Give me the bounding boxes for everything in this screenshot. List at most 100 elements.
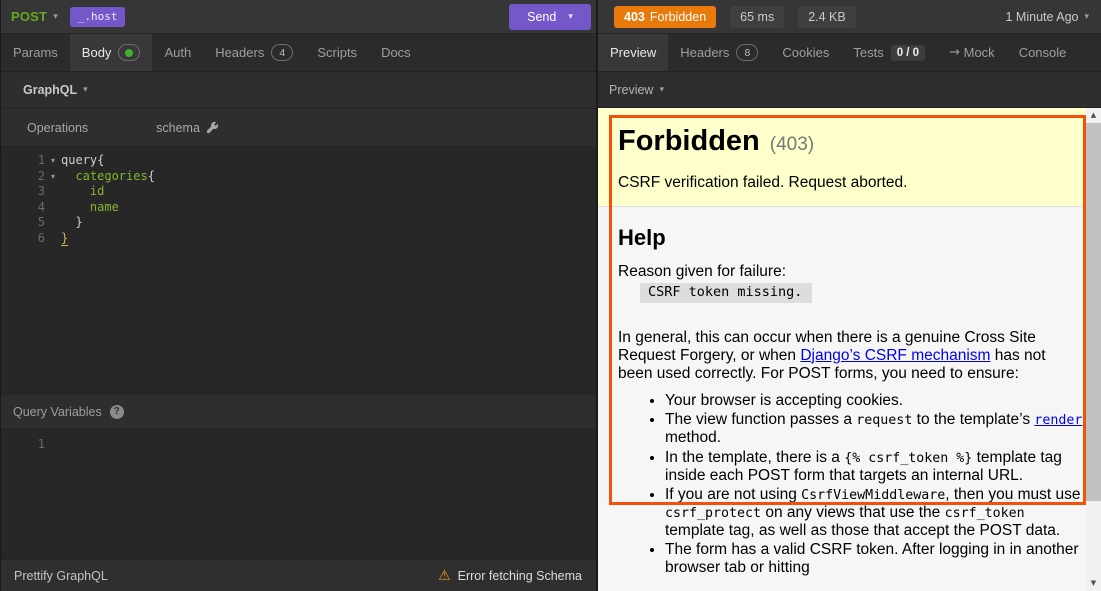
tab-params[interactable]: Params: [1, 34, 70, 71]
line-number: 2: [1, 169, 45, 185]
help-question-icon[interactable]: ?: [110, 405, 124, 419]
tab-operations[interactable]: Operations: [1, 121, 102, 135]
body-type-dropdown[interactable]: GraphQL ▾: [1, 72, 596, 109]
body-type-caret-icon: ▾: [83, 85, 88, 95]
fold-caret-icon[interactable]: ▾: [45, 169, 61, 185]
line-number: 4: [1, 200, 45, 216]
query-variables-editor[interactable]: 1: [1, 429, 596, 559]
method-caret-icon: ▾: [53, 12, 58, 22]
status-code: 403: [624, 10, 645, 24]
tab-mock-label: Mock: [964, 45, 995, 60]
scroll-down-icon[interactable]: ▼: [1086, 576, 1101, 591]
response-size-badge: 2.4 KB: [798, 6, 856, 28]
wrench-icon: [206, 121, 219, 134]
code-line[interactable]: 4 name: [1, 200, 596, 216]
tab-response-headers-label: Headers: [680, 45, 729, 60]
graphql-subtabs: Operations schema: [1, 109, 596, 147]
inline-code: CsrfViewMiddleware: [801, 488, 945, 503]
inline-code: request: [856, 413, 912, 428]
preview-mode-dropdown[interactable]: Preview ▾: [598, 72, 1101, 108]
help-link[interactable]: render: [1034, 411, 1082, 428]
schema-error-label: Error fetching Schema: [458, 569, 582, 583]
code-line[interactable]: 3 id: [1, 184, 596, 200]
response-status-bar: 403 Forbidden 65 ms 2.4 KB 1 Minute Ago …: [598, 0, 1101, 34]
failure-reason-value: CSRF token missing.: [640, 283, 812, 303]
help-link[interactable]: Django’s CSRF mechanism: [800, 347, 990, 364]
graphql-query-editor[interactable]: 1▾query{2▾ categories{3 id4 name5 }6}: [1, 147, 596, 395]
tab-cookies-label: Cookies: [782, 45, 829, 60]
preview-mode-caret-icon: ▾: [659, 85, 664, 95]
method-dropdown[interactable]: POST: [11, 9, 47, 24]
headers-count-pill: 4: [271, 44, 293, 61]
line-content: }: [61, 215, 83, 231]
request-tab-strip: Params Body Auth Headers 4 Scripts Docs: [1, 34, 596, 72]
code-line[interactable]: 5 }: [1, 215, 596, 231]
inline-code: {% csrf_token %}: [844, 451, 972, 466]
line-number: 1: [1, 437, 45, 453]
send-button[interactable]: Send ▾: [509, 4, 591, 30]
body-status-pill: [118, 44, 140, 61]
tab-response-headers[interactable]: Headers 8: [668, 34, 770, 71]
help-list-item: Your browser is accepting cookies.: [665, 392, 1083, 410]
error-page-help: Help Reason given for failure: CSRF toke…: [598, 206, 1101, 591]
tab-console[interactable]: Console: [1007, 34, 1079, 71]
scroll-up-icon[interactable]: ▲: [1086, 108, 1101, 123]
code-line[interactable]: 1▾query{: [1, 153, 596, 169]
tab-scripts[interactable]: Scripts: [305, 34, 369, 71]
tab-docs[interactable]: Docs: [369, 34, 423, 71]
status-reason: Forbidden: [650, 10, 706, 24]
request-url-chip[interactable]: _.host: [70, 7, 126, 27]
preview-mode-label: Preview: [609, 83, 653, 97]
request-url-bar: POST ▾ _.host Send ▾: [1, 0, 596, 34]
api-client-window: POST ▾ _.host Send ▾ Params Body Auth He…: [0, 0, 1101, 591]
fold-gutter: [45, 200, 61, 216]
history-caret-icon: ▾: [1084, 12, 1089, 22]
status-badge: 403 Forbidden: [614, 6, 716, 28]
help-list: Your browser is accepting cookies.The vi…: [665, 392, 1083, 577]
schema-menu[interactable]: schema: [146, 121, 229, 135]
failure-reason-label: Reason given for failure:: [618, 263, 1083, 281]
fold-gutter: [45, 184, 61, 200]
line-content: categories{: [61, 169, 155, 185]
fold-gutter: [45, 215, 61, 231]
tab-mock[interactable]: → Mock: [937, 34, 1007, 71]
response-history-dropdown[interactable]: 1 Minute Ago ▾: [1006, 10, 1090, 24]
send-label: Send: [527, 10, 556, 24]
tests-count-badge: 0 / 0: [891, 45, 925, 61]
response-preview: Forbidden (403) CSRF verification failed.…: [598, 108, 1101, 591]
graphql-editor-lines: 1▾query{2▾ categories{3 id4 name5 }6}: [1, 153, 596, 246]
line-number: 5: [1, 215, 45, 231]
help-list-item: The view function passes a request to th…: [665, 411, 1083, 447]
prettify-button[interactable]: Prettify GraphQL: [1, 569, 121, 583]
scrollbar-thumb[interactable]: [1086, 123, 1101, 501]
inline-code: csrf_protect: [665, 506, 761, 521]
help-list-item: If you are not using CsrfViewMiddleware,…: [665, 486, 1083, 540]
schema-error-notice[interactable]: ⚠ Error fetching Schema: [438, 568, 596, 584]
tab-preview[interactable]: Preview: [598, 34, 668, 71]
code-line[interactable]: 1: [1, 437, 596, 453]
request-pane: POST ▾ _.host Send ▾ Params Body Auth He…: [0, 0, 596, 591]
code-line[interactable]: 6}: [1, 231, 596, 247]
tab-tests[interactable]: Tests 0 / 0: [841, 34, 937, 71]
tab-body[interactable]: Body: [70, 34, 153, 71]
help-intro: In general, this can occur when there is…: [618, 329, 1083, 383]
line-content: name: [61, 200, 119, 216]
error-status-code: (403): [770, 134, 814, 155]
query-variables-header: Query Variables ?: [1, 395, 596, 429]
response-history-label: 1 Minute Ago: [1006, 10, 1079, 24]
variables-editor-lines: 1: [1, 437, 596, 453]
line-number: 1: [1, 153, 45, 169]
tab-cookies[interactable]: Cookies: [770, 34, 841, 71]
fold-caret-icon[interactable]: ▾: [45, 153, 61, 169]
line-content: query{: [61, 153, 104, 169]
help-list-item: In the template, there is a {% csrf_toke…: [665, 449, 1083, 485]
code-line[interactable]: 2▾ categories{: [1, 169, 596, 185]
tab-headers[interactable]: Headers 4: [203, 34, 305, 71]
tab-auth[interactable]: Auth: [152, 34, 203, 71]
body-type-label: GraphQL: [23, 83, 77, 97]
error-summary-text: CSRF verification failed. Request aborte…: [618, 162, 1081, 206]
response-pane: 403 Forbidden 65 ms 2.4 KB 1 Minute Ago …: [598, 0, 1101, 591]
error-title-text: Forbidden: [618, 125, 760, 157]
preview-scrollbar[interactable]: ▲ ▼: [1086, 108, 1101, 591]
tab-console-label: Console: [1019, 45, 1067, 60]
